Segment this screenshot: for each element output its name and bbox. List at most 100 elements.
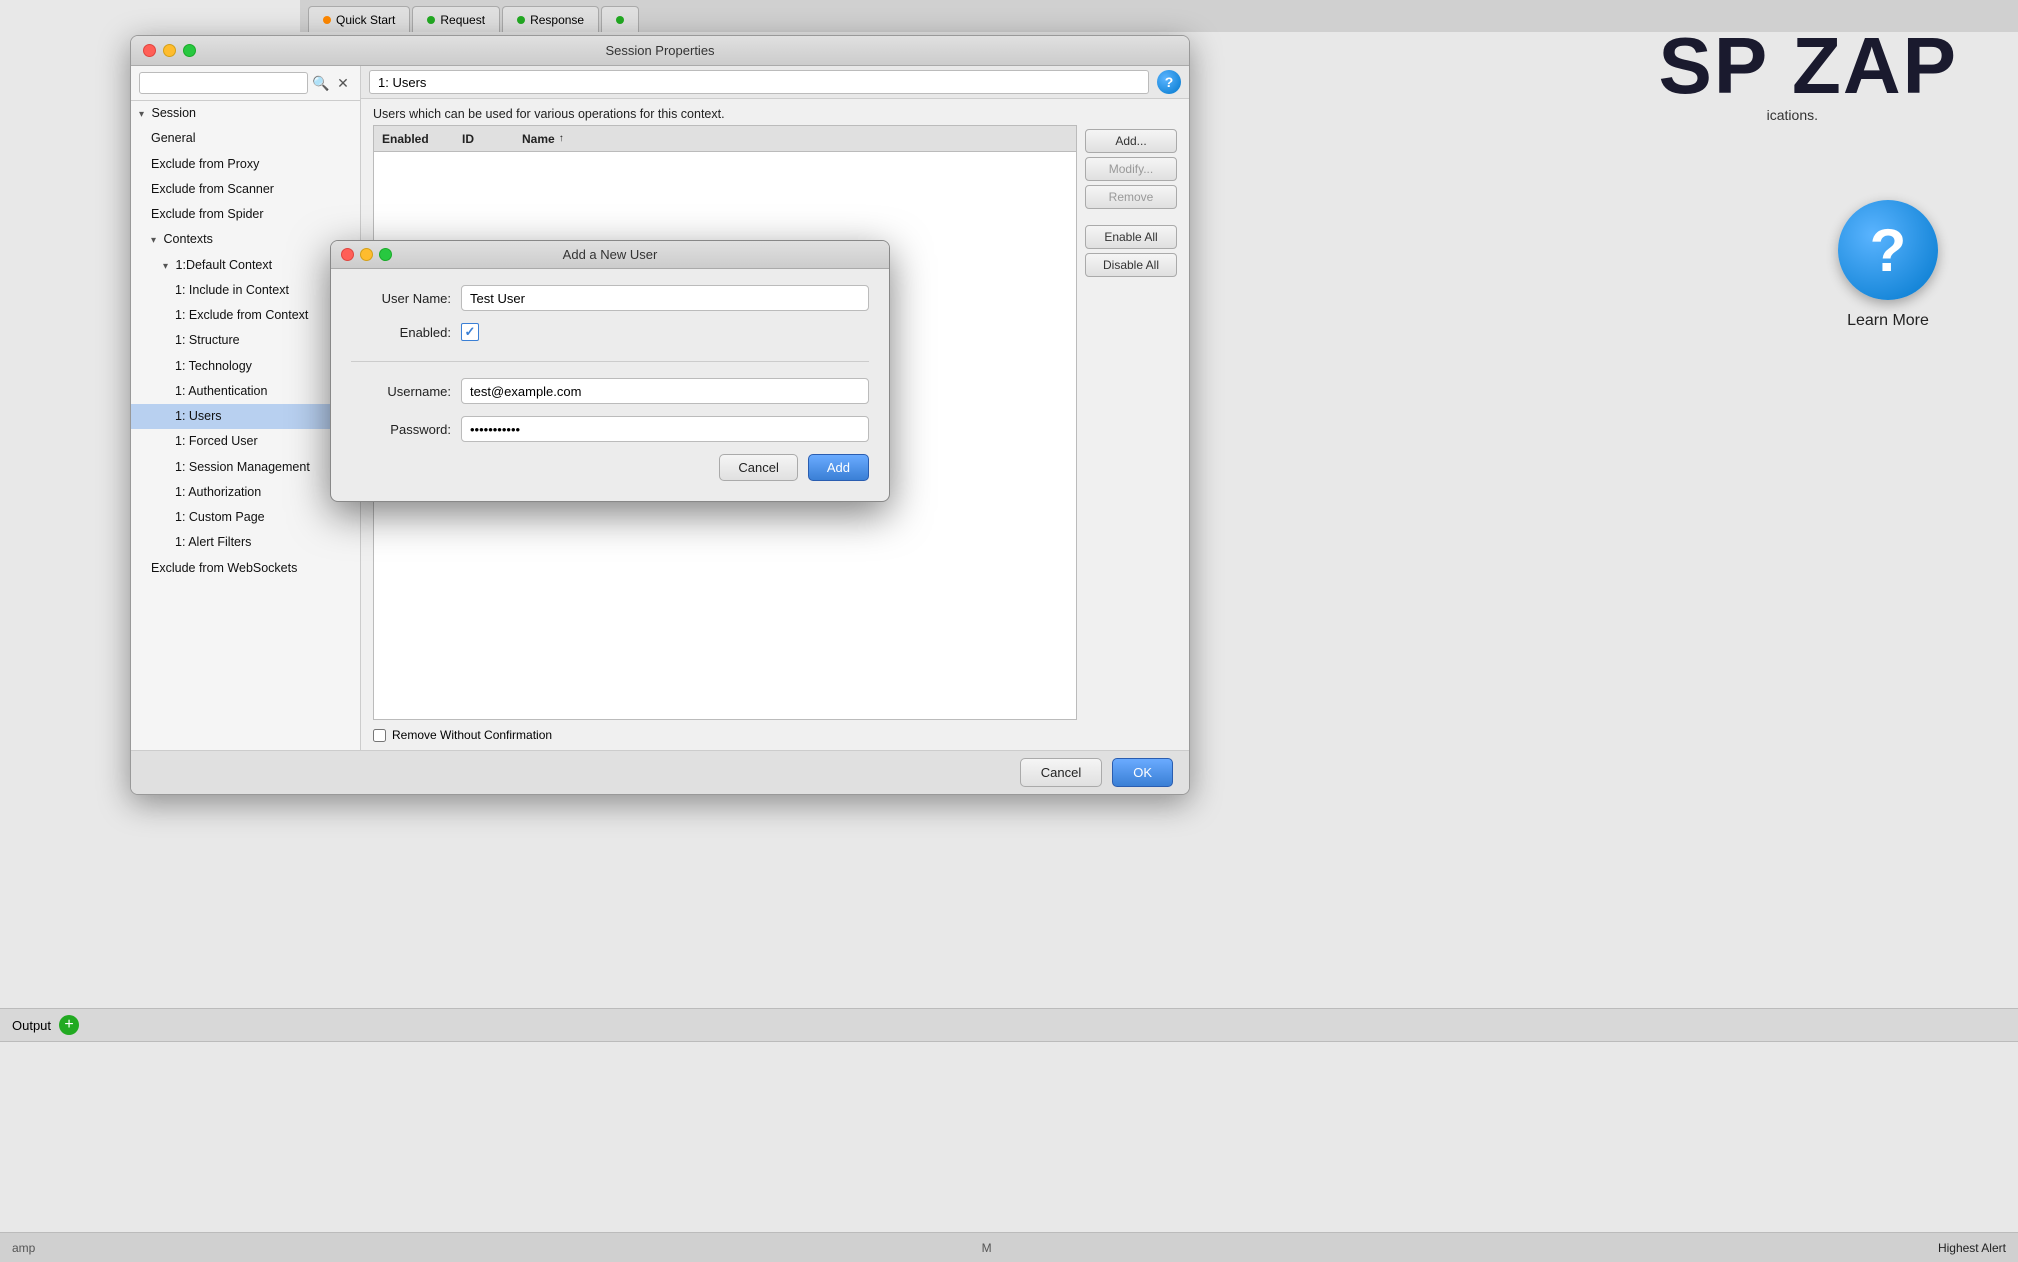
tab-request[interactable]: Request xyxy=(412,6,500,32)
sidebar-item-general[interactable]: General xyxy=(131,126,360,151)
clear-search-icon[interactable]: ✕ xyxy=(334,73,352,93)
bottom-options: Remove Without Confirmation xyxy=(361,720,1189,750)
arrow-contexts: ▾ xyxy=(151,232,156,249)
dialog-title: Add a New User xyxy=(563,247,658,262)
sidebar-item-users[interactable]: 1: Users xyxy=(131,404,360,429)
th-name[interactable]: Name xyxy=(514,132,1046,146)
dialog-close-button[interactable] xyxy=(341,248,354,261)
ok-button[interactable]: OK xyxy=(1112,758,1173,787)
status-right: Highest Alert xyxy=(1938,1241,2006,1255)
sidebar-item-alert-filters[interactable]: 1: Alert Filters xyxy=(131,530,360,555)
remove-without-confirm-row: Remove Without Confirmation xyxy=(373,728,552,742)
context-description: Users which can be used for various oper… xyxy=(361,99,1189,125)
sidebar-item-custom-page[interactable]: 1: Custom Page xyxy=(131,505,360,530)
tab-quick-start-label: Quick Start xyxy=(336,13,395,27)
search-icon[interactable]: 🔍 xyxy=(312,73,330,93)
window-title: Session Properties xyxy=(605,43,714,58)
context-header: 1: Users ? xyxy=(361,66,1189,99)
context-title-text: 1: Users xyxy=(378,75,426,90)
dialog-titlebar: Add a New User xyxy=(331,241,889,269)
password-field: Password: xyxy=(351,416,869,442)
traffic-lights xyxy=(143,44,196,57)
user-name-input[interactable] xyxy=(461,285,869,311)
table-header: Enabled ID Name xyxy=(374,126,1076,152)
sidebar-item-exclude-proxy[interactable]: Exclude from Proxy xyxy=(131,152,360,177)
enable-all-button[interactable]: Enable All xyxy=(1085,225,1177,249)
th-id: ID xyxy=(454,132,514,146)
subtitle-text: ications. xyxy=(1767,107,1818,123)
remove-without-confirm-label: Remove Without Confirmation xyxy=(392,728,552,742)
sidebar-item-exclude-context[interactable]: 1: Exclude from Context xyxy=(131,303,360,328)
learn-more-area: ? Learn More xyxy=(1838,200,1938,330)
sidebar-item-forced-user[interactable]: 1: Forced User xyxy=(131,429,360,454)
username-input[interactable] xyxy=(461,378,869,404)
tab-dot-quick-start xyxy=(323,16,331,24)
modify-button[interactable]: Modify... xyxy=(1085,157,1177,181)
dialog-cancel-button[interactable]: Cancel xyxy=(719,454,797,481)
sidebar-item-technology[interactable]: 1: Technology xyxy=(131,354,360,379)
status-bar: amp M Highest Alert xyxy=(0,1232,2018,1262)
disable-all-button[interactable]: Disable All xyxy=(1085,253,1177,277)
dialog-body: User Name: Enabled: Username: Password: … xyxy=(331,269,889,501)
sidebar-item-include-context[interactable]: 1: Include in Context xyxy=(131,278,360,303)
search-bar: 🔍 ✕ xyxy=(131,66,360,101)
tab-quick-start[interactable]: Quick Start xyxy=(308,6,410,32)
remove-without-confirm-checkbox[interactable] xyxy=(373,729,386,742)
dialog-add-button[interactable]: Add xyxy=(808,454,869,481)
user-name-field: User Name: xyxy=(351,285,869,311)
sidebar: 🔍 ✕ ▾ Session General Exclude from Proxy… xyxy=(131,66,361,750)
th-enabled: Enabled xyxy=(374,132,454,146)
search-input[interactable] xyxy=(139,72,308,94)
sidebar-item-contexts[interactable]: ▾ Contexts xyxy=(131,227,360,252)
user-name-label: User Name: xyxy=(351,291,451,306)
status-middle: M xyxy=(982,1241,992,1255)
enabled-checkbox[interactable] xyxy=(461,323,479,341)
add-output-icon[interactable]: + xyxy=(59,1015,79,1035)
learn-more-label[interactable]: Learn More xyxy=(1847,312,1929,330)
context-help-button[interactable]: ? xyxy=(1157,70,1181,94)
enabled-field: Enabled: xyxy=(351,323,869,341)
status-left: amp xyxy=(12,1241,35,1255)
output-bar: Output + xyxy=(0,1008,2018,1042)
separator xyxy=(351,361,869,362)
dialog-footer: Cancel Add xyxy=(351,454,869,485)
sidebar-item-authentication[interactable]: 1: Authentication xyxy=(131,379,360,404)
sidebar-item-structure[interactable]: 1: Structure xyxy=(131,328,360,353)
top-tabs-bar: Quick Start Request Response xyxy=(300,0,2018,32)
add-user-dialog: Add a New User User Name: Enabled: Usern… xyxy=(330,240,890,502)
sidebar-item-session[interactable]: ▾ Session xyxy=(131,101,360,126)
add-user-button[interactable]: Add... xyxy=(1085,129,1177,153)
password-label: Password: xyxy=(351,422,451,437)
remove-button[interactable]: Remove xyxy=(1085,185,1177,209)
help-circle-icon[interactable]: ? xyxy=(1838,200,1938,300)
sidebar-item-session-management[interactable]: 1: Session Management xyxy=(131,455,360,480)
table-buttons: Add... Modify... Remove Enable All Disab… xyxy=(1077,125,1177,720)
sidebar-item-exclude-scanner[interactable]: Exclude from Scanner xyxy=(131,177,360,202)
tab-response-label: Response xyxy=(530,13,584,27)
tab-dot-request xyxy=(427,16,435,24)
app-title: SP ZAP xyxy=(1659,20,1959,112)
sidebar-item-exclude-websockets[interactable]: Exclude from WebSockets xyxy=(131,556,360,581)
enabled-label: Enabled: xyxy=(351,325,451,340)
dialog-maximize-button[interactable] xyxy=(379,248,392,261)
sidebar-item-exclude-spider[interactable]: Exclude from Spider xyxy=(131,202,360,227)
context-title-bar: 1: Users xyxy=(369,70,1149,94)
sidebar-item-default-context[interactable]: ▾ 1:Default Context xyxy=(131,253,360,278)
tab-extra[interactable] xyxy=(601,6,639,32)
close-button[interactable] xyxy=(143,44,156,57)
maximize-button[interactable] xyxy=(183,44,196,57)
tab-dot-extra xyxy=(616,16,624,24)
username-field: Username: xyxy=(351,378,869,404)
tab-response[interactable]: Response xyxy=(502,6,599,32)
minimize-button[interactable] xyxy=(163,44,176,57)
username-label: Username: xyxy=(351,384,451,399)
cancel-button[interactable]: Cancel xyxy=(1020,758,1102,787)
password-input[interactable] xyxy=(461,416,869,442)
sidebar-item-authorization[interactable]: 1: Authorization xyxy=(131,480,360,505)
dialog-minimize-button[interactable] xyxy=(360,248,373,261)
output-label: Output xyxy=(12,1018,51,1033)
dialog-traffic-lights xyxy=(341,248,392,261)
tab-request-label: Request xyxy=(440,13,485,27)
arrow-default-context: ▾ xyxy=(163,258,168,275)
window-footer: Cancel OK xyxy=(131,750,1189,794)
